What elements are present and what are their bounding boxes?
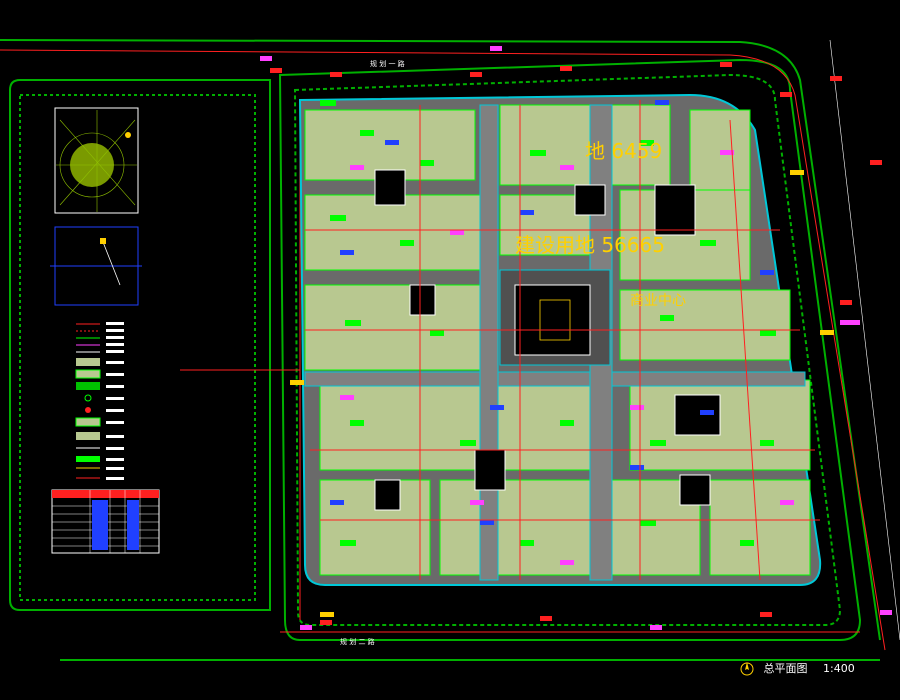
south-road-label: 规 划 二 路 <box>340 637 375 646</box>
legend-panel <box>50 107 160 554</box>
central-plaza-building <box>514 284 591 356</box>
area-label-1: 地 6459 <box>585 139 662 163</box>
indicator-table <box>51 489 160 554</box>
north-arrow-icon <box>740 662 754 676</box>
drawing-title-block: 总平面图 1:400 <box>740 660 855 677</box>
zone-label: 商业中心 <box>630 293 686 309</box>
north-road-label: 规 划 一 路 <box>370 59 405 68</box>
site-plan-drawing: 地 6459 建设用地 56665 商业中心 规 划 一 路 规 划 二 路 <box>0 39 900 661</box>
drawing-scale: 1:400 <box>823 662 855 675</box>
drawing-title: 总平面图 <box>763 662 808 675</box>
area-label-2: 建设用地 56665 <box>515 233 665 257</box>
legend-entries <box>75 322 124 480</box>
